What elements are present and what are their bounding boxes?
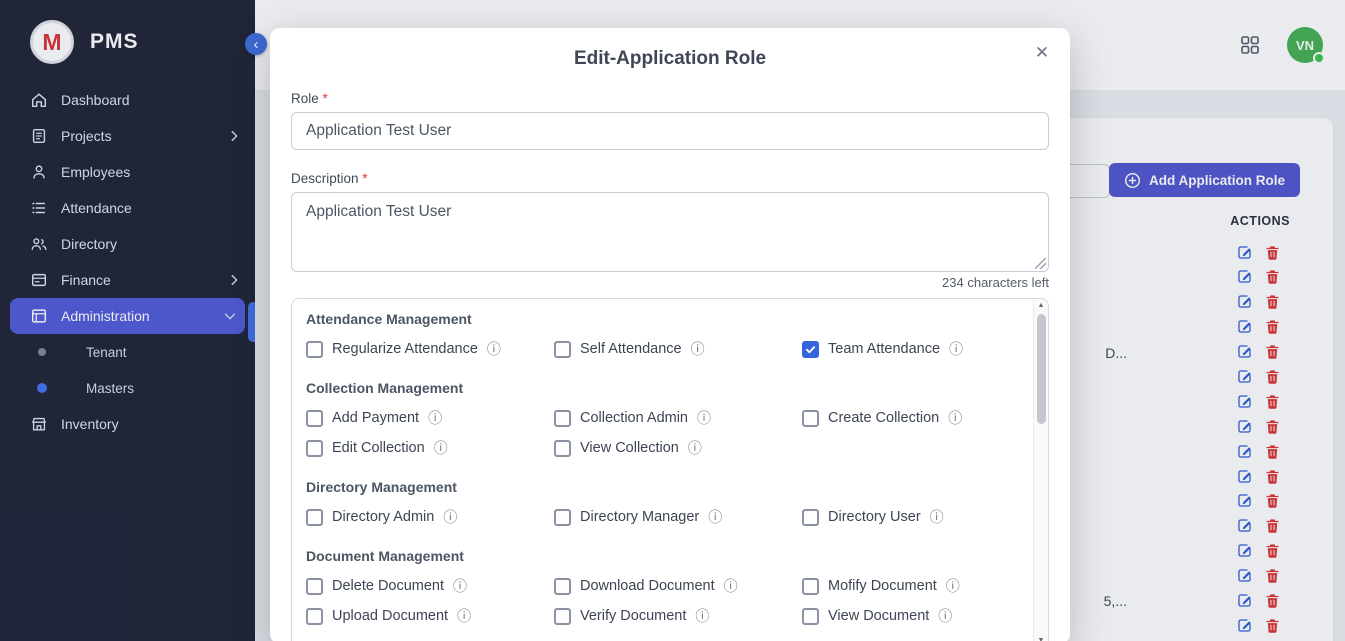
checkbox[interactable] (306, 509, 323, 526)
permission-label: Self Attendance (580, 341, 682, 357)
application-root: M PMS DashboardProjectsEmployeesAttendan… (0, 0, 1345, 641)
permission-item[interactable]: View Collection ⓘ (554, 433, 802, 463)
role-label-text: Role (291, 91, 319, 106)
info-icon[interactable]: ⓘ (949, 342, 963, 356)
info-icon[interactable]: ⓘ (948, 411, 962, 425)
permission-item[interactable]: Mofify Document ⓘ (802, 571, 1049, 601)
permission-item[interactable]: Directory Manager ⓘ (554, 502, 802, 532)
description-label-text: Description (291, 171, 359, 186)
permission-label: Regularize Attendance (332, 341, 478, 357)
checkbox[interactable] (554, 509, 571, 526)
permission-label: Mofify Document (828, 578, 937, 594)
checkbox[interactable] (554, 578, 571, 595)
scrollbar-thumb[interactable] (1037, 314, 1046, 424)
checkbox[interactable] (554, 410, 571, 427)
info-icon[interactable]: ⓘ (487, 342, 501, 356)
permission-item[interactable]: Download Document ⓘ (554, 571, 802, 601)
permissions-list: Attendance Management Regularize Attendan… (292, 299, 1048, 641)
dialog-title: Edit-Application Role (291, 28, 1049, 70)
permission-item[interactable]: Team Attendance ⓘ (802, 334, 1049, 364)
permission-label: Edit Collection (332, 440, 425, 456)
edit-application-role-dialog: Edit-Application Role ✕ Role * Descripti… (270, 28, 1070, 641)
info-icon[interactable]: ⓘ (946, 579, 960, 593)
permission-label: View Collection (580, 440, 679, 456)
permission-label: Create Collection (828, 410, 939, 426)
permission-item[interactable]: Directory Admin ⓘ (306, 502, 554, 532)
info-icon[interactable]: ⓘ (724, 579, 738, 593)
permission-label: View Document (828, 608, 929, 624)
permission-grid: Regularize Attendance ⓘ Self Attendance ⓘ Te… (306, 334, 1008, 364)
info-icon[interactable]: ⓘ (938, 609, 952, 623)
permission-item[interactable]: Collection Admin ⓘ (554, 403, 802, 433)
scroll-up-icon[interactable]: ▲ (1034, 302, 1048, 309)
permission-label: Upload Document (332, 608, 448, 624)
info-icon[interactable]: ⓘ (443, 510, 457, 524)
permission-item[interactable]: Create Collection ⓘ (802, 403, 1049, 433)
permission-section-title: Attendance Management (306, 311, 1008, 327)
characters-left-counter: 234 characters left (291, 275, 1049, 290)
checkbox[interactable] (306, 440, 323, 457)
checkbox[interactable] (554, 440, 571, 457)
permission-label: Team Attendance (828, 341, 940, 357)
description-field-label: Description * (291, 171, 1049, 186)
info-icon[interactable]: ⓘ (691, 342, 705, 356)
permission-label: Directory Admin (332, 509, 434, 525)
role-input[interactable] (291, 112, 1049, 150)
checkbox[interactable] (554, 608, 571, 625)
scroll-down-icon[interactable]: ▼ (1034, 637, 1048, 641)
permission-item[interactable]: Delete Document ⓘ (306, 571, 554, 601)
permissions-scrollbar[interactable]: ▲ ▼ (1033, 299, 1048, 641)
checkbox[interactable] (802, 341, 819, 358)
permission-item[interactable]: Upload Document ⓘ (306, 601, 554, 631)
permission-section-title: Document Management (306, 548, 1008, 564)
info-icon[interactable]: ⓘ (708, 510, 722, 524)
info-icon[interactable]: ⓘ (930, 510, 944, 524)
permission-grid: Add Payment ⓘ Collection Admin ⓘ Create Coll… (306, 403, 1008, 463)
role-field-label: Role * (291, 91, 1049, 106)
permission-label: Download Document (580, 578, 715, 594)
checkbox[interactable] (802, 578, 819, 595)
description-textarea[interactable]: Application Test User (292, 193, 1048, 271)
checkbox[interactable] (554, 341, 571, 358)
permission-item[interactable]: Verify Document ⓘ (554, 601, 802, 631)
checkbox[interactable] (306, 608, 323, 625)
permission-item[interactable]: Add Payment ⓘ (306, 403, 554, 433)
info-icon[interactable]: ⓘ (697, 411, 711, 425)
permission-grid: Delete Document ⓘ Download Document ⓘ Mofify… (306, 571, 1008, 631)
checkbox[interactable] (306, 341, 323, 358)
info-icon[interactable]: ⓘ (434, 441, 448, 455)
close-icon[interactable]: ✕ (1030, 41, 1054, 65)
checkbox[interactable] (802, 509, 819, 526)
permission-label: Directory Manager (580, 509, 699, 525)
permission-item[interactable]: Self Attendance ⓘ (554, 334, 802, 364)
permissions-box: Attendance Management Regularize Attendan… (291, 298, 1049, 641)
permission-item[interactable]: Edit Collection ⓘ (306, 433, 554, 463)
permission-item[interactable]: Directory User ⓘ (802, 502, 1049, 532)
info-icon[interactable]: ⓘ (695, 609, 709, 623)
description-field: Application Test User (291, 192, 1049, 272)
permission-label: Collection Admin (580, 410, 688, 426)
permission-item[interactable]: View Document ⓘ (802, 601, 1049, 631)
permission-item[interactable]: Regularize Attendance ⓘ (306, 334, 554, 364)
checkbox[interactable] (306, 410, 323, 427)
info-icon[interactable]: ⓘ (457, 609, 471, 623)
required-marker: * (362, 171, 367, 186)
permission-grid: Directory AdminⓘDirectory ManagerⓘDirect… (306, 502, 1008, 532)
info-icon[interactable]: ⓘ (688, 441, 702, 455)
permission-label: Verify Document (580, 608, 686, 624)
permission-section-title: Directory Management (306, 479, 1008, 495)
resize-handle-icon[interactable] (1035, 258, 1046, 269)
info-icon[interactable]: ⓘ (453, 579, 467, 593)
checkbox[interactable] (802, 608, 819, 625)
permission-section-title: Collection Management (306, 380, 1008, 396)
info-icon[interactable]: ⓘ (428, 411, 442, 425)
permission-label: Add Payment (332, 410, 419, 426)
required-marker: * (323, 91, 328, 106)
checkbox[interactable] (306, 578, 323, 595)
permission-label: Directory User (828, 509, 921, 525)
permission-label: Delete Document (332, 578, 444, 594)
checkbox[interactable] (802, 410, 819, 427)
